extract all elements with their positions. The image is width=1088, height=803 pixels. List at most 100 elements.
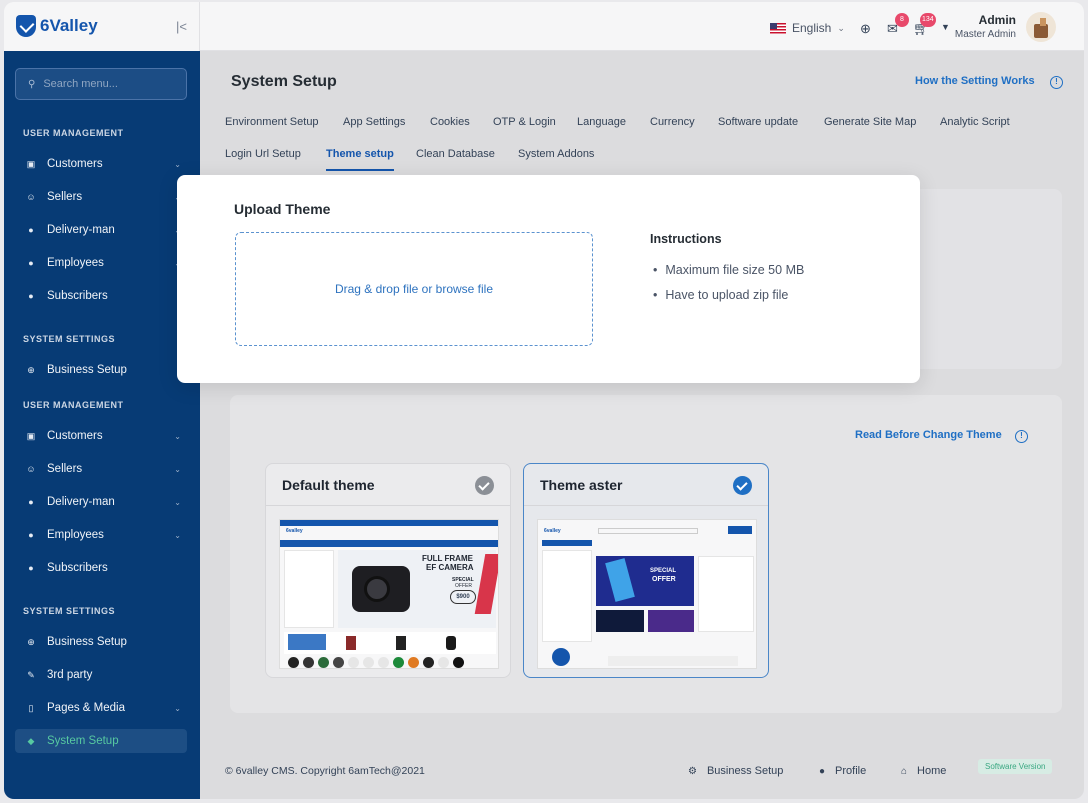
chevron-down-icon: ⌄ bbox=[837, 22, 845, 33]
preview-offer: OFFER bbox=[455, 583, 472, 589]
footer-profile-link[interactable]: ● Profile bbox=[819, 765, 866, 777]
customers-icon: ▣ bbox=[26, 430, 36, 441]
collapse-sidebar-icon[interactable]: |< bbox=[176, 19, 187, 34]
software-version-badge: Software Version bbox=[978, 759, 1053, 774]
search-input[interactable] bbox=[43, 78, 174, 90]
user-info[interactable]: Admin Master Admin bbox=[948, 13, 1016, 40]
check-circle-icon[interactable] bbox=[475, 476, 494, 495]
sidebar-item-label: Business Setup bbox=[47, 636, 127, 648]
sidebar-item-system-setup[interactable]: ◆ System Setup bbox=[15, 729, 187, 753]
language-selector[interactable]: English ⌄ bbox=[770, 21, 845, 35]
theme-card-aster[interactable]: Theme aster 6valley SPECIAL OFFER bbox=[523, 463, 769, 678]
sidebar-item-employees[interactable]: ●Employees⌄ bbox=[15, 251, 187, 275]
info-icon[interactable]: ! bbox=[1015, 430, 1028, 443]
tab-theme-setup[interactable]: Theme setup bbox=[326, 148, 394, 160]
check-circle-icon[interactable] bbox=[733, 476, 752, 495]
footer-business-setup-link[interactable]: ⚙ Business Setup bbox=[688, 765, 783, 777]
delivery-icon: ● bbox=[28, 225, 34, 235]
globe-icon: ⊕ bbox=[27, 636, 35, 647]
how-setting-works-link[interactable]: How the Setting Works bbox=[915, 75, 1035, 87]
sidebar-item-3rd-party[interactable]: ✎ 3rd party bbox=[15, 663, 187, 687]
sidebar-item-business-setup[interactable]: ⊕ Business Setup bbox=[15, 630, 187, 654]
section-title-user-management: USER MANAGEMENT bbox=[23, 128, 124, 138]
avatar[interactable] bbox=[1026, 12, 1056, 42]
chevron-down-icon: ⌄ bbox=[174, 431, 181, 441]
user-icon: ● bbox=[819, 765, 826, 777]
preview-navbar bbox=[280, 540, 498, 547]
logo-icon bbox=[16, 15, 36, 37]
sidebar-item-pages-media[interactable]: ▯ Pages & Media ⌄ bbox=[15, 696, 187, 720]
copyright: © 6valley CMS. Copyright 6amTech@2021 bbox=[225, 765, 425, 777]
preview-cart bbox=[728, 526, 752, 534]
globe-icon[interactable]: ⊕ bbox=[860, 21, 871, 37]
preview-offer: OFFER bbox=[652, 576, 676, 583]
footer-link-label: Business Setup bbox=[706, 765, 784, 777]
tab-environment-setup[interactable]: Environment Setup bbox=[225, 116, 319, 128]
tab-software-update[interactable]: Software update bbox=[718, 116, 798, 128]
chevron-down-icon: ⌄ bbox=[174, 530, 181, 540]
customers-icon: ▣ bbox=[26, 158, 36, 169]
instruction-item: Have to upload zip file bbox=[653, 288, 788, 302]
section-title-system-settings: SYSTEM SETTINGS bbox=[23, 606, 116, 616]
brand-logo[interactable]: 6Valley bbox=[16, 15, 98, 37]
theme-card-default[interactable]: Default theme 6valley FULL FRAME EF CAME… bbox=[265, 463, 511, 678]
search-icon: ⚲ bbox=[28, 78, 36, 90]
sidebar-item-business-setup[interactable]: ⊕ Business Setup bbox=[15, 358, 187, 382]
themes-panel: Read Before Change Theme ! Default theme… bbox=[230, 395, 1062, 713]
preview-topbar bbox=[280, 520, 498, 526]
top-bar: 6Valley |< English ⌄ ⊕ ✉ 8 🛒︎ 134 ▼ Admi… bbox=[4, 2, 1084, 51]
tab-otp-login[interactable]: OTP & Login bbox=[493, 116, 556, 128]
tab-cookies[interactable]: Cookies bbox=[430, 116, 470, 128]
file-dropzone[interactable]: Drag & drop file or browse file bbox=[235, 232, 593, 346]
employees-icon: ● bbox=[28, 258, 34, 268]
modal-title: Upload Theme bbox=[234, 201, 331, 217]
sellers-icon: ☺ bbox=[26, 464, 36, 474]
tab-clean-database[interactable]: Clean Database bbox=[416, 148, 495, 160]
sidebar-item-subscribers[interactable]: ● Subscribers bbox=[15, 284, 187, 308]
sidebar-item-employees[interactable]: ●Employees⌄ bbox=[15, 523, 187, 547]
sellers-icon: ☺ bbox=[26, 192, 36, 202]
sidebar-item-sellers[interactable]: ☺Sellers⌄ bbox=[15, 457, 187, 481]
sidebar-item-delivery-man[interactable]: ●Delivery-man⌄ bbox=[15, 490, 187, 514]
tab-analytic-script[interactable]: Analytic Script bbox=[940, 116, 1010, 128]
pages-icon: ▯ bbox=[28, 702, 34, 713]
preview-logo: 6valley bbox=[286, 528, 303, 534]
sidebar-item-subscribers[interactable]: ● Subscribers bbox=[15, 556, 187, 580]
tab-system-addons[interactable]: System Addons bbox=[518, 148, 594, 160]
tab-currency[interactable]: Currency bbox=[650, 116, 695, 128]
sidebar: ⚲ USER MANAGEMENT ▣Customers⌄ ☺Sellers⌄ … bbox=[4, 51, 200, 799]
sidebar-item-delivery-man[interactable]: ●Delivery-man⌄ bbox=[15, 218, 187, 242]
footer-home-link[interactable]: ⌂ Home bbox=[901, 765, 946, 777]
tab-generate-site-map[interactable]: Generate Site Map bbox=[824, 116, 916, 128]
home-icon: ⌂ bbox=[901, 765, 908, 777]
sidebar-item-label: Sellers bbox=[47, 463, 83, 475]
preview-deal-block bbox=[288, 634, 326, 650]
read-before-change-theme-link[interactable]: Read Before Change Theme bbox=[855, 429, 1002, 441]
theme-name: Theme aster bbox=[540, 476, 623, 493]
page-title: System Setup bbox=[231, 73, 337, 90]
tab-login-url-setup[interactable]: Login Url Setup bbox=[225, 148, 301, 160]
sidebar-item-label: Sellers bbox=[47, 191, 83, 203]
chevron-down-icon: ⌄ bbox=[174, 159, 181, 169]
preview-special: SPECIAL bbox=[650, 568, 677, 574]
sidebar-item-label: Employees bbox=[47, 529, 104, 541]
sidebar-item-label: Customers bbox=[47, 158, 103, 170]
sidebar-item-sellers[interactable]: ☺Sellers⌄ bbox=[15, 185, 187, 209]
sidebar-item-customers[interactable]: ▣ Customers ⌄ bbox=[15, 424, 187, 448]
preview-products-row bbox=[608, 656, 738, 666]
preview-promo bbox=[596, 610, 644, 632]
preview-product bbox=[446, 636, 456, 650]
sidebar-item-customers[interactable]: ▣ Customers ⌄ bbox=[15, 152, 187, 176]
sidebar-search[interactable]: ⚲ bbox=[15, 68, 187, 100]
info-icon[interactable]: ! bbox=[1050, 76, 1063, 89]
tab-language[interactable]: Language bbox=[577, 116, 626, 128]
user-role: Master Admin bbox=[954, 29, 1016, 40]
user-name: Admin bbox=[978, 13, 1016, 27]
preview-headline-1: FULL FRAME bbox=[422, 554, 473, 563]
sidebar-item-label: Delivery-man bbox=[47, 224, 115, 236]
tab-app-settings[interactable]: App Settings bbox=[343, 116, 405, 128]
sidebar-item-label: 3rd party bbox=[47, 669, 93, 681]
us-flag-icon bbox=[770, 22, 786, 34]
instruction-item: Maximum file size 50 MB bbox=[653, 263, 804, 277]
preview-search bbox=[598, 528, 698, 534]
